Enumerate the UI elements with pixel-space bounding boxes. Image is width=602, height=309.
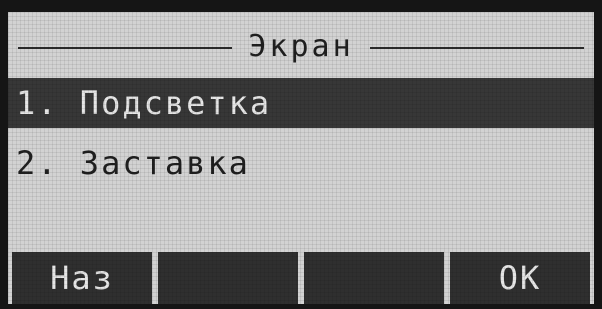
back-softkey[interactable]: Наз xyxy=(12,252,152,304)
screen-title: Экран xyxy=(248,29,354,64)
title-divider-left xyxy=(18,47,232,49)
ok-softkey[interactable]: OK xyxy=(450,252,590,304)
menu-item-screensaver[interactable]: 2. Заставка xyxy=(8,138,594,188)
lcd-screen: Экран 1. Подсветка 2. Заставка Наз OK xyxy=(8,12,594,304)
softkey-bar: Наз OK xyxy=(8,252,594,304)
phone-display-bezel: Экран 1. Подсветка 2. Заставка Наз OK xyxy=(0,0,602,309)
screen-title-bar: Экран xyxy=(8,29,594,64)
softkey-3[interactable] xyxy=(304,252,444,304)
menu-item-backlight[interactable]: 1. Подсветка xyxy=(8,78,594,128)
title-divider-right xyxy=(370,47,584,49)
softkey-2[interactable] xyxy=(158,252,298,304)
